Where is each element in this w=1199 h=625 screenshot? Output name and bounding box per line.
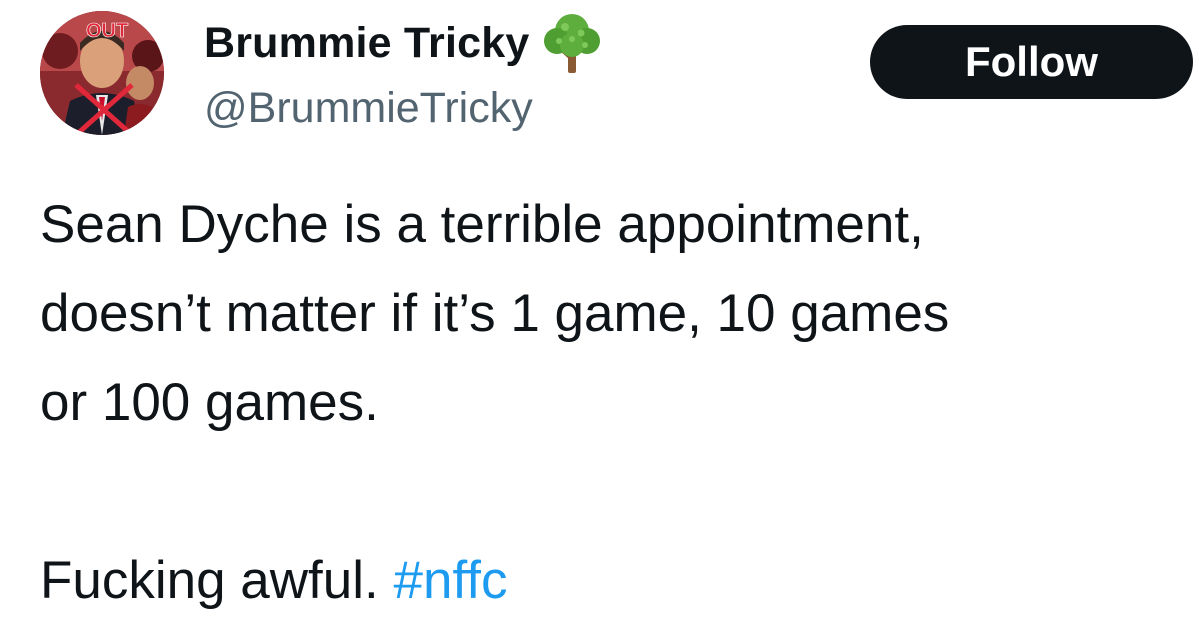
tweet-text: Sean Dyche is a terrible appointment, do… [40, 180, 1195, 625]
author-handle[interactable]: @BrummieTricky [204, 84, 533, 133]
avatar[interactable]: OUT [40, 11, 164, 135]
tweet-closing-text: Fucking awful. [40, 551, 379, 610]
avatar-image: OUT [40, 11, 164, 135]
tree-icon [539, 11, 605, 75]
tweet-line: doesn’t matter if it’s 1 game, 10 games [40, 284, 950, 343]
tweet-line: or 100 games. [40, 373, 379, 432]
author-name-row: Brummie Tricky [204, 11, 605, 75]
follow-button[interactable]: Follow [870, 25, 1193, 99]
hashtag-link[interactable]: #nffc [394, 551, 508, 610]
tweet-paragraph-gap [40, 447, 1195, 536]
display-name[interactable]: Brummie Tricky [204, 19, 529, 68]
tweet-line: Sean Dyche is a terrible appointment, [40, 195, 924, 254]
avatar-overlay-text: OUT [86, 20, 128, 42]
